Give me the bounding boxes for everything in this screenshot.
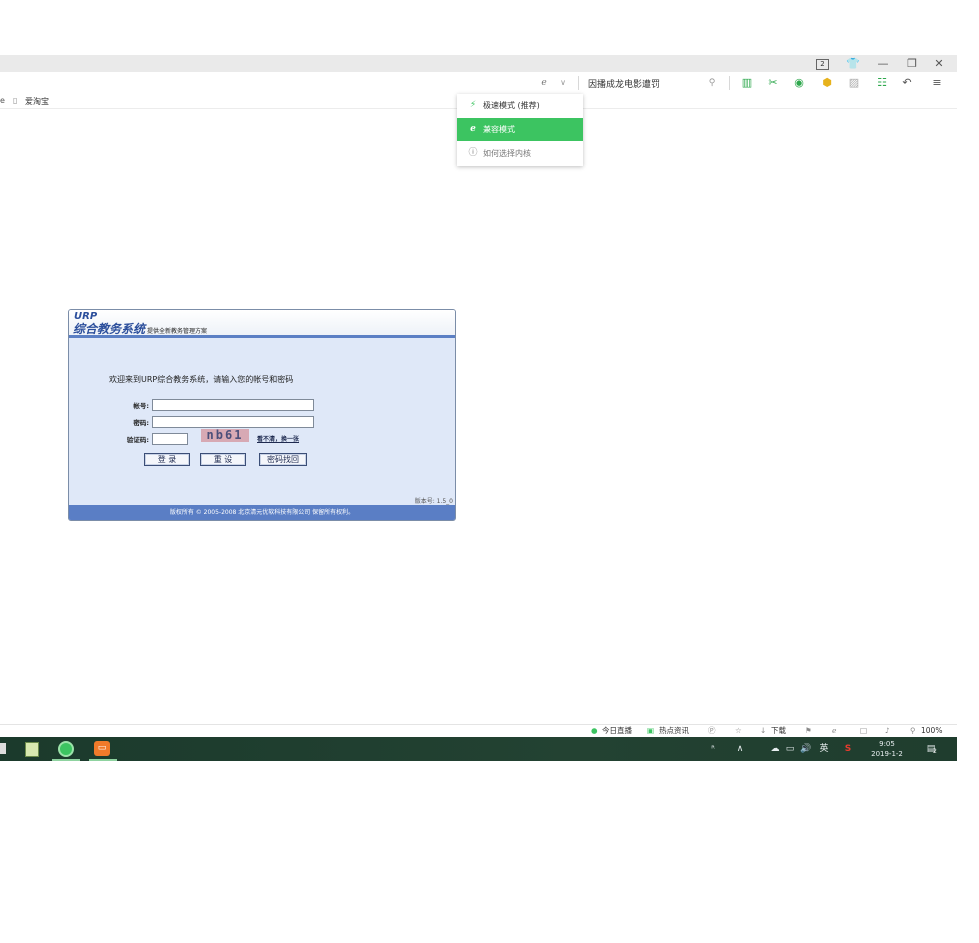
shield-icon[interactable]: ⬢ [820, 75, 834, 91]
login-panel: URP 综合教务系统 提供全新教务管理方案 欢迎来到URP综合教务系统，请输入您… [68, 309, 456, 521]
favorites-item-aitaobao[interactable]: 爱淘宝 [25, 96, 49, 107]
menu-item-label: 极速模式 (推荐) [483, 101, 540, 110]
image-viewer-icon[interactable] [25, 742, 39, 757]
kernel-dropdown: ⚡ 极速模式 (推荐) ℯ 兼容模式 ⓘ 如何选择内核 [457, 94, 583, 166]
game-icon[interactable]: ◉ [792, 75, 806, 91]
ie-icon: ℯ [470, 124, 476, 134]
toolbar [0, 72, 957, 95]
notification-count: 2 [933, 748, 937, 755]
skin-icon[interactable]: 👕 [844, 56, 862, 71]
menu-icon[interactable]: ≡ [930, 75, 944, 91]
tab-count-badge[interactable]: 2 [816, 59, 829, 70]
browser-taskbar-icon[interactable] [58, 741, 74, 757]
menu-item-how-to-choose[interactable]: ⓘ 如何选择内核 [457, 142, 583, 165]
recover-password-button[interactable]: 密码找回 [259, 453, 307, 466]
pin-icon[interactable]: ☆ [735, 725, 742, 737]
system-subtitle: 提供全新教务管理方案 [147, 328, 208, 335]
picture-icon[interactable]: ▨ [847, 75, 861, 91]
toolbar-divider [578, 76, 579, 90]
zoom-level[interactable]: 100% [921, 725, 942, 737]
window-icon[interactable]: □ [860, 725, 867, 737]
active-window-underline [52, 759, 80, 761]
password-label: 密码: [133, 419, 149, 427]
account-input[interactable] [152, 399, 314, 411]
captcha-image[interactable]: nb61 [201, 429, 249, 442]
active-window-underline [89, 759, 117, 761]
apps-icon[interactable]: ☷ [875, 75, 889, 91]
captcha-label: 验证码: [126, 436, 149, 444]
password-input[interactable] [152, 416, 314, 428]
history-icon[interactable]: Ⓟ [708, 725, 716, 737]
toolbar-divider [729, 76, 730, 90]
help-icon: ⓘ [468, 148, 478, 158]
download-link[interactable]: 下载 [771, 725, 786, 737]
captcha-refresh-link[interactable]: 看不清，换一张 [257, 434, 299, 443]
speaker-icon[interactable]: 🔊 [799, 742, 813, 756]
menu-item-compat-mode[interactable]: ℯ 兼容模式 [457, 118, 583, 141]
login-header: URP 综合教务系统 提供全新教务管理方案 [69, 310, 455, 336]
book-icon[interactable]: ▥ [740, 75, 754, 91]
status-bar [0, 724, 957, 738]
clock-date: 2019-1-2 [871, 750, 903, 758]
news-link[interactable]: 热点资讯 [659, 725, 689, 737]
search-suggestion[interactable]: 因播成龙电影遭罚 [588, 77, 660, 90]
login-button[interactable]: 登 录 [144, 453, 190, 466]
slides-app-icon[interactable]: ▭ [94, 741, 110, 756]
taskbar [0, 737, 957, 761]
tab-strip [0, 55, 957, 72]
restore-icon[interactable]: ❐ [903, 56, 921, 71]
scissors-icon[interactable]: ✂ [766, 75, 780, 91]
version-label: 版本号: 1.5_0 [414, 498, 453, 505]
page-icon: ▯ [13, 96, 18, 105]
ie-kernel-icon[interactable]: ℯ [538, 75, 550, 91]
menu-item-label: 兼容模式 [483, 125, 515, 134]
cloud-icon[interactable]: ☁ [768, 742, 782, 756]
live-link[interactable]: 今日直播 [602, 725, 632, 737]
news-icon[interactable]: ▣ [647, 725, 654, 737]
chevron-up-icon[interactable]: ∧ [733, 742, 747, 756]
flag-icon[interactable]: ⚑ [805, 725, 812, 737]
live-icon[interactable]: ● [591, 725, 598, 737]
clock[interactable]: 9:05 2019-1-2 [868, 739, 906, 759]
minimize-icon[interactable]: — [874, 56, 892, 71]
reset-button[interactable]: 重 设 [200, 453, 246, 466]
welcome-message: 欢迎来到URP综合教务系统，请输入您的帐号和密码 [109, 375, 294, 384]
chevron-down-icon[interactable]: ∨ [558, 75, 568, 91]
copyright-footer: 版权所有 © 2005-2008 北京清元优软科技有限公司 保留所有权利。 [69, 505, 455, 520]
sogou-input-icon[interactable]: S [841, 742, 855, 756]
zoom-icon[interactable]: ⚲ [910, 725, 916, 737]
people-icon[interactable]: ᴿ [706, 742, 720, 756]
search-icon[interactable]: ⚲ [706, 75, 718, 91]
taskbar-app-icon[interactable] [0, 743, 6, 754]
lightning-icon: ⚡ [469, 100, 477, 110]
close-icon[interactable]: ✕ [930, 56, 948, 71]
favorites-item-partial[interactable]: e [0, 96, 5, 105]
menu-item-label: 如何选择内核 [483, 149, 531, 158]
ie-status-icon[interactable]: ℯ [832, 725, 836, 737]
account-label: 帐号: [133, 402, 149, 410]
network-icon[interactable]: ▭ [783, 742, 797, 756]
menu-item-speed-mode[interactable]: ⚡ 极速模式 (推荐) [457, 94, 583, 117]
ime-indicator[interactable]: 英 [818, 742, 830, 756]
undo-icon[interactable]: ↶ [900, 75, 914, 91]
clock-time: 9:05 [879, 740, 895, 748]
header-divider [69, 335, 455, 338]
volume-icon[interactable]: ♪ [885, 725, 890, 737]
captcha-input[interactable] [152, 433, 188, 445]
download-icon[interactable]: ↓ [760, 725, 766, 737]
